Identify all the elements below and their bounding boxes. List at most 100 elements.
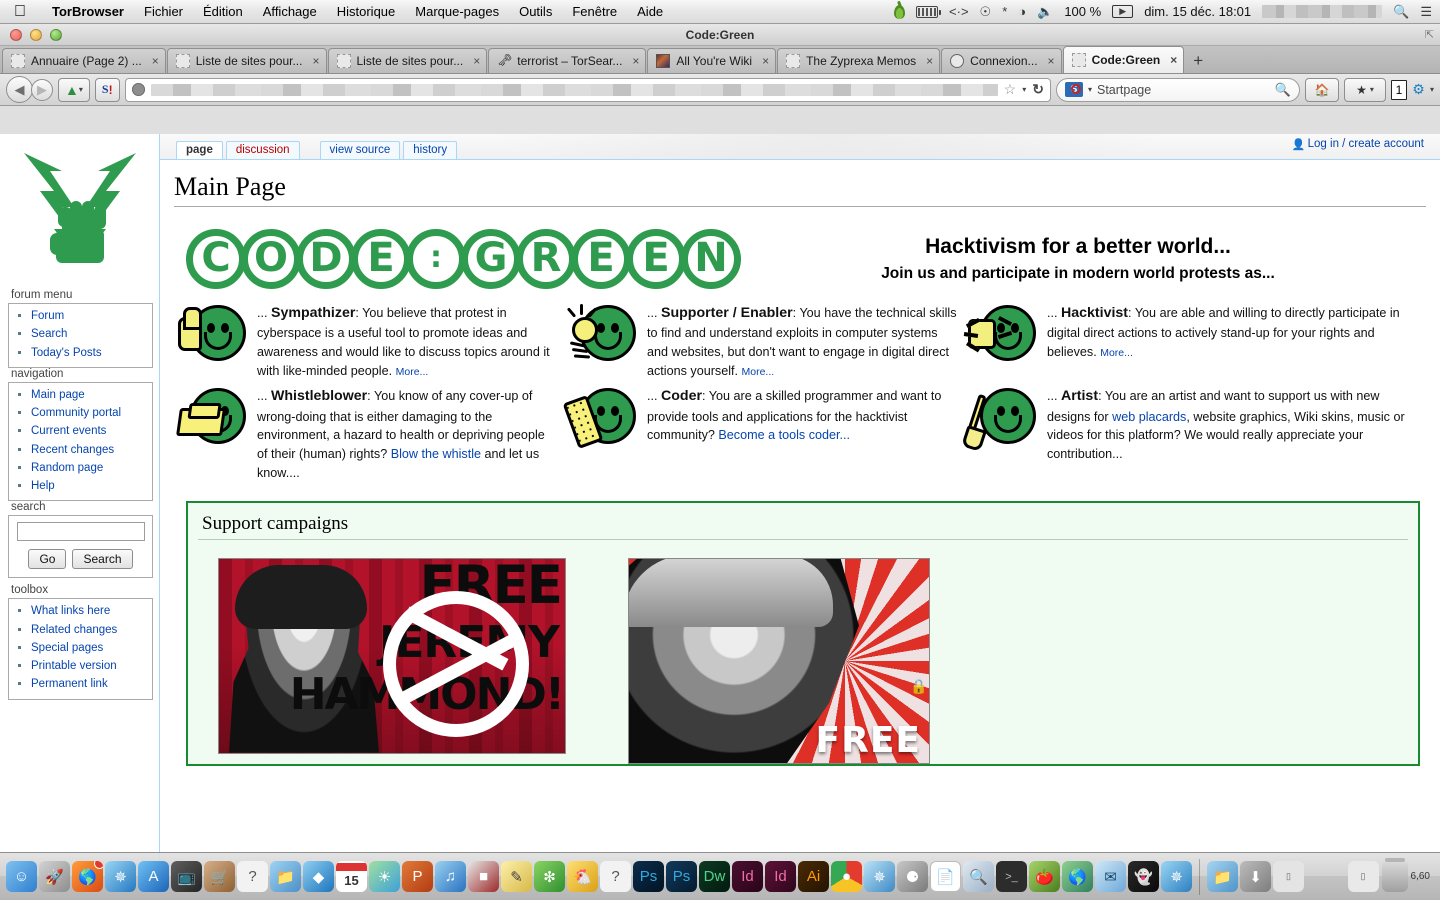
trash-icon[interactable] <box>1381 857 1408 892</box>
become-tools-coder-link[interactable]: Become a tools coder... <box>718 428 850 442</box>
onion-icon[interactable]: 🍅 <box>1029 861 1060 892</box>
launchpad-icon[interactable]: 🚀 <box>39 861 70 892</box>
tab-history[interactable]: history <box>403 141 458 159</box>
photoshop-icon[interactable]: Ps <box>633 861 664 892</box>
browser-tab-1[interactable]: Annuaire (Page 2) ... × <box>2 48 166 73</box>
apple-menu-icon[interactable]:  <box>14 3 26 20</box>
bookmarks-icon[interactable]: ★ ▾ <box>1343 77 1386 102</box>
sidebar-item-random-page[interactable]: Random page <box>31 462 103 474</box>
star-icon[interactable]: ☆ <box>1004 81 1017 98</box>
menu-app-name[interactable]: TorBrowser <box>42 4 134 19</box>
clock-icon[interactable]: ☉ <box>980 5 992 18</box>
url-bar[interactable]: ☆ ▾ ↻ <box>124 77 1051 102</box>
dreamweaver-icon[interactable]: Dw <box>699 861 730 892</box>
indesign-icon[interactable]: Id <box>732 861 763 892</box>
close-icon[interactable]: × <box>312 54 319 68</box>
new-tab-button[interactable]: + <box>1185 49 1211 73</box>
back-arrow-icon[interactable]: ◀ <box>6 76 33 103</box>
browser-tab-3[interactable]: Liste de sites pour... × <box>327 48 488 73</box>
tab-discussion[interactable]: discussion <box>225 141 300 159</box>
close-icon[interactable]: × <box>632 54 639 68</box>
tor-onion-icon[interactable] <box>894 4 906 19</box>
chevron-down-icon[interactable]: ▾ <box>1088 85 1092 94</box>
menu-item-historique[interactable]: Historique <box>327 4 406 19</box>
help-icon[interactable]: ? <box>237 861 268 892</box>
document-icon[interactable]: 📄 <box>930 861 961 892</box>
tv-icon[interactable]: 📺 <box>171 861 202 892</box>
volume-icon[interactable]: 🔈 <box>1037 5 1053 18</box>
browser-tab-5[interactable]: All You're Wiki × <box>647 48 777 73</box>
url-input[interactable] <box>150 83 998 96</box>
browser-tab-2[interactable]: Liste de sites pour... × <box>166 48 327 73</box>
scriptsafe-icon[interactable]: S! <box>94 77 120 102</box>
powerpoint-icon[interactable]: P <box>402 861 433 892</box>
utorrent-icon[interactable]: ❇ <box>534 861 565 892</box>
menu-item-aide[interactable]: Aide <box>627 4 673 19</box>
folder2-icon[interactable]: 📁 <box>1207 861 1238 892</box>
tab-view-source[interactable]: view source <box>319 141 401 159</box>
sidebar-item-search[interactable]: Search <box>31 328 67 340</box>
power-plug-icon[interactable]: ▶ <box>1112 5 1134 18</box>
codegreen-fist-logo[interactable] <box>0 134 159 289</box>
illustrator-icon[interactable]: Ai <box>798 861 829 892</box>
web-placards-link[interactable]: web placards <box>1112 410 1186 424</box>
itunes-icon[interactable]: ♫ <box>435 861 466 892</box>
resize-icon[interactable]: ⇱ <box>1425 28 1434 41</box>
search-input[interactable] <box>17 522 145 542</box>
browser-tab-4[interactable]: terrorist – TorSear... × <box>488 48 647 73</box>
browser-tab-7[interactable]: Connexion... × <box>941 48 1062 73</box>
mail-icon[interactable]: ✉ <box>1095 861 1126 892</box>
close-icon[interactable]: × <box>152 54 159 68</box>
sidebar-item-special-pages[interactable]: Special pages <box>31 642 103 654</box>
sidebar-item-related-changes[interactable]: Related changes <box>31 624 117 636</box>
finder-icon[interactable]: ☺ <box>6 861 37 892</box>
calendar-icon[interactable]: 15 <box>336 861 367 892</box>
duck-icon[interactable]: 🐔 <box>567 861 598 892</box>
safari-icon[interactable]: ✵ <box>105 861 136 892</box>
sidebar-item-todays-posts[interactable]: Today's Posts <box>31 347 102 359</box>
search-bar[interactable]: S ▾ Startpage 🔍 <box>1055 77 1300 102</box>
photoshop2-icon[interactable]: Ps <box>666 861 697 892</box>
home-icon[interactable]: 🏠 <box>1304 77 1339 102</box>
close-icon[interactable]: × <box>1170 53 1177 67</box>
photos-icon[interactable]: ☀ <box>369 861 400 892</box>
downloads-icon[interactable]: ⬇ <box>1240 861 1271 892</box>
search-icon[interactable]: 🔍 <box>1275 82 1291 98</box>
role-more-link[interactable]: More... <box>742 366 775 378</box>
free-jeremy-hammond-poster[interactable]: FREE JEREMY HAMMOND! <box>218 557 566 754</box>
indesign2-icon[interactable]: Id <box>765 861 796 892</box>
login-create-account-link[interactable]: 👤 Log in / create account <box>1292 138 1424 151</box>
code-icon[interactable]: <·> <box>949 5 969 18</box>
torbutton-icon[interactable]: ▲ ▾ <box>58 77 90 102</box>
chevron-down-icon[interactable]: ▾ <box>1430 85 1434 94</box>
login-label[interactable]: Log in / create account <box>1308 138 1424 150</box>
search-button[interactable]: Search <box>72 549 133 570</box>
reload-icon[interactable]: ↻ <box>1032 81 1044 98</box>
free-poster[interactable]: FREE <box>628 557 930 764</box>
search-icon[interactable]: 🔍 <box>1393 5 1409 18</box>
sidebar-item-recent-changes[interactable]: Recent changes <box>31 444 114 456</box>
close-icon[interactable]: × <box>926 54 933 68</box>
sidebar-item-what-links-here[interactable]: What links here <box>31 605 110 617</box>
close-icon[interactable]: × <box>762 54 769 68</box>
menu-item-outils[interactable]: Outils <box>509 4 562 19</box>
search-input[interactable]: Startpage <box>1097 83 1270 97</box>
close-icon[interactable]: × <box>473 54 480 68</box>
sidebar-item-community-portal[interactable]: Community portal <box>31 407 121 419</box>
notes-icon[interactable]: ✎ <box>501 861 532 892</box>
world-icon[interactable]: 🌎 <box>1062 861 1093 892</box>
notification-center-icon[interactable]: ☰ <box>1420 5 1432 18</box>
wifi-icon[interactable]: ◑ <box>1018 5 1026 18</box>
anonymous-icon[interactable]: 👻 <box>1128 861 1159 892</box>
forward-arrow-icon[interactable]: ▶ <box>31 78 53 101</box>
dropbox-icon[interactable]: ◆ <box>303 861 334 892</box>
role-more-link[interactable]: More... <box>396 366 429 378</box>
safari2-icon[interactable]: ⚈ <box>897 861 928 892</box>
noscript-icon[interactable]: ⚙ <box>1410 81 1427 98</box>
chevron-down-icon[interactable]: ▾ <box>1022 85 1026 94</box>
terminal-icon[interactable]: >_ <box>996 861 1027 892</box>
sidebar-item-current-events[interactable]: Current events <box>31 425 106 437</box>
close-icon[interactable]: × <box>1048 54 1055 68</box>
tab-page[interactable]: page <box>176 141 223 159</box>
help2-icon[interactable]: ? <box>600 861 631 892</box>
